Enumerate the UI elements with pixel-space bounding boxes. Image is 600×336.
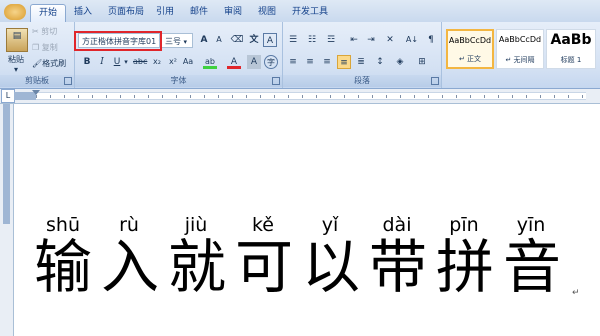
chinese-layout-icon[interactable]: ✕ (383, 33, 397, 47)
strikethrough-icon[interactable]: abc (133, 55, 147, 69)
tab-selector-icon[interactable]: L (1, 89, 15, 103)
subscript-icon[interactable]: x₂ (150, 55, 164, 69)
phonetic-guide-icon[interactable]: 文 (247, 33, 261, 47)
vertical-ruler-margin (3, 104, 10, 224)
style-no-spacing[interactable]: AaBbCcDd ↵ 无间隔 (496, 29, 544, 69)
highlight-icon[interactable]: ab (203, 55, 217, 69)
align-right-icon[interactable]: ≡ (320, 55, 334, 69)
hanzi-8: 音 (503, 233, 562, 301)
font-group-label: 字体 (75, 75, 282, 87)
paragraph-launcher-icon[interactable] (431, 77, 439, 85)
hanzi-6: 带 (369, 233, 428, 301)
tab-review[interactable]: 审阅 (220, 4, 246, 21)
increase-indent-icon[interactable]: ⇥ (364, 33, 378, 47)
office-button-icon[interactable] (4, 4, 26, 20)
hanzi-5: 以 (302, 233, 361, 301)
italic-icon[interactable]: I (95, 55, 109, 69)
scissors-icon: ✂ (32, 27, 39, 36)
borders-icon[interactable]: ⊞ (415, 55, 429, 69)
style-normal[interactable]: AaBbCcDd ↵ 正文 (446, 29, 494, 69)
sort-icon[interactable]: A↓ (405, 33, 419, 47)
hanzi-2: 入 (101, 233, 160, 301)
hanzi-3: 就 (168, 233, 227, 301)
align-center-icon[interactable]: ≡ (303, 55, 317, 69)
clipboard-group-label: 剪贴板 (0, 75, 74, 87)
change-case-icon[interactable]: Aa (181, 55, 195, 69)
copy-icon: ❐ (32, 43, 40, 52)
shading-icon[interactable]: ◈ (393, 55, 407, 69)
bullets-icon[interactable]: ☰ (286, 33, 300, 47)
cut-button[interactable]: ✂ 剪切 (32, 24, 72, 40)
tab-page-layout[interactable]: 页面布局 (104, 4, 148, 21)
tab-view[interactable]: 视图 (254, 4, 280, 21)
font-launcher-icon[interactable] (272, 77, 280, 85)
font-size-combo[interactable]: 三号 ▾ (161, 33, 193, 48)
horizontal-ruler[interactable]: L (0, 89, 600, 104)
style-heading-1[interactable]: AaBb 标题 1 (546, 29, 596, 69)
tab-developer[interactable]: 开发工具 (288, 4, 332, 21)
ruler-text-area (36, 92, 586, 100)
font-name-highlight-box (74, 31, 162, 51)
vertical-ruler[interactable] (0, 104, 14, 336)
styles-group: AaBbCcDd ↵ 正文 AaBbCcDd ↵ 无间隔 AaBb 标题 1 (442, 22, 600, 88)
brush-icon: 🖌 (32, 59, 43, 68)
line-spacing-icon[interactable]: ↕ (373, 55, 387, 69)
document-page[interactable]: shū rù jiù kě yǐ dài pīn yīn 输 入 就 可 以 带… (14, 104, 600, 336)
tab-mailings[interactable]: 邮件 (186, 4, 212, 21)
grow-font-icon[interactable]: A (197, 33, 211, 47)
shrink-font-icon[interactable]: A (212, 33, 226, 47)
bold-icon[interactable]: B (80, 55, 94, 69)
font-color-icon[interactable]: A (227, 55, 241, 69)
character-shading-icon[interactable]: A (247, 55, 261, 69)
tab-insert[interactable]: 插入 (68, 4, 98, 21)
indent-marker-icon[interactable] (32, 90, 40, 95)
hanzi-1: 输 (34, 233, 93, 301)
clear-format-icon[interactable]: ⌫ (230, 33, 244, 47)
clipboard-launcher-icon[interactable] (64, 77, 72, 85)
align-left-icon[interactable]: ≡ (286, 55, 300, 69)
clipboard-group: ▤ 粘贴 ▾ ✂ 剪切 ❐ 复制 🖌格式刷 剪贴板 (0, 22, 75, 88)
enclose-character-icon[interactable]: 字 (264, 55, 278, 69)
format-painter-button[interactable]: 🖌格式刷 (32, 56, 74, 72)
superscript-icon[interactable]: x² (166, 55, 180, 69)
show-marks-icon[interactable]: ¶ (424, 33, 438, 47)
decrease-indent-icon[interactable]: ⇤ (347, 33, 361, 47)
ribbon-tabs: 开始 插入 页面布局 引用 邮件 审阅 视图 开发工具 (0, 0, 600, 23)
numbering-icon[interactable]: ☷ (305, 33, 319, 47)
multilevel-list-icon[interactable]: ☲ (324, 33, 338, 47)
paste-icon[interactable]: ▤ (6, 28, 28, 52)
underline-dropdown-icon[interactable]: ▾ (122, 55, 130, 69)
copy-button[interactable]: ❐ 复制 (32, 40, 72, 56)
tab-references[interactable]: 引用 (152, 4, 178, 21)
distributed-icon[interactable]: ≣ (354, 55, 368, 69)
tab-home[interactable]: 开始 (30, 4, 66, 22)
paragraph-mark: ↵ (572, 288, 580, 298)
hanzi-4: 可 (235, 233, 294, 301)
hanzi-7: 拼 (436, 233, 495, 301)
character-border-icon[interactable]: A (263, 33, 277, 47)
paragraph-group-label: 段落 (283, 75, 441, 87)
justify-icon[interactable]: ≡ (337, 55, 351, 69)
paragraph-group: ☰ ☷ ☲ ⇤ ⇥ ✕ A↓ ¶ ≡ ≡ ≡ ≡ ≣ ↕ ◈ ⊞ 段落 (283, 22, 442, 88)
dropdown-arrow-icon: ▾ (183, 38, 188, 46)
